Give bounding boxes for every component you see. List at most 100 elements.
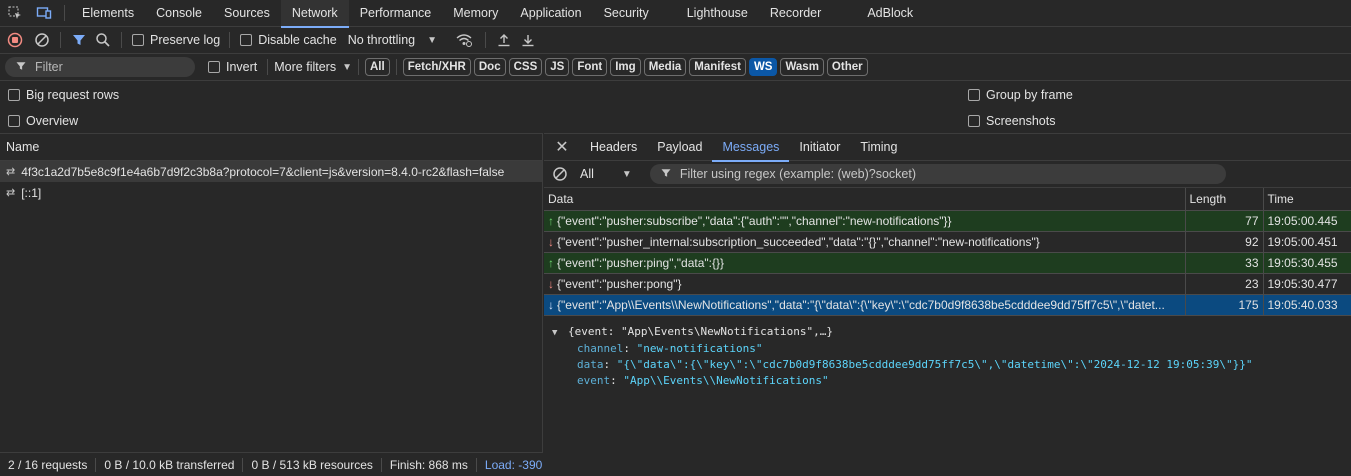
- tab-lighthouse[interactable]: Lighthouse: [676, 0, 759, 27]
- clear-icon[interactable]: [30, 32, 54, 48]
- group-by-frame-checkbox[interactable]: Group by frame: [968, 88, 1073, 102]
- tab-security[interactable]: Security: [593, 0, 660, 27]
- tab-memory[interactable]: Memory: [442, 0, 509, 27]
- detail-tabs: ✕ Headers Payload Messages Initiator Timing: [544, 133, 1351, 162]
- message-data: {"event":"pusher:ping","data":{}}: [557, 255, 725, 270]
- tab-sources[interactable]: Sources: [213, 0, 281, 27]
- checkbox-box[interactable]: [240, 34, 253, 46]
- checkbox-box[interactable]: [208, 61, 220, 73]
- chevron-down-icon: ▼: [427, 34, 438, 46]
- load-time: Load: -390: [484, 457, 543, 472]
- overview-checkbox[interactable]: Overview: [8, 114, 78, 128]
- filter-icon[interactable]: [67, 32, 91, 48]
- detail-tab-timing[interactable]: Timing: [850, 134, 907, 161]
- device-toolbar-icon[interactable]: [30, 0, 58, 27]
- import-har-icon[interactable]: [492, 33, 516, 47]
- chevron-down-icon: ▼: [342, 61, 352, 73]
- preserve-log-label: Preserve log: [150, 33, 221, 47]
- tab-application[interactable]: Application: [509, 0, 592, 27]
- separator: [358, 59, 359, 75]
- big-request-rows-checkbox[interactable]: Big request rows: [8, 88, 119, 102]
- preview-key: channel: [577, 341, 624, 355]
- time-column-header[interactable]: Time: [1263, 188, 1351, 211]
- inspect-element-icon[interactable]: [0, 0, 30, 27]
- throttling-value: No throttling: [347, 33, 416, 47]
- checkbox-box[interactable]: [8, 115, 20, 127]
- disable-cache-checkbox[interactable]: Disable cache: [240, 33, 337, 47]
- caret-down-icon[interactable]: ▼: [552, 328, 557, 338]
- message-data-cell: ↓ {"event":"pusher:pong"}: [544, 273, 1186, 295]
- invert-checkbox[interactable]: Invert: [208, 60, 257, 74]
- detail-tab-payload[interactable]: Payload: [647, 134, 712, 161]
- message-row[interactable]: ↑ {"event":"pusher:ping","data":{}} 33 19:0…: [544, 252, 1351, 274]
- checkbox-box[interactable]: [132, 34, 144, 46]
- detail-tab-headers[interactable]: Headers: [580, 134, 647, 161]
- type-filter-media[interactable]: Media: [643, 58, 687, 76]
- more-filters-dropdown[interactable]: More filters ▼: [274, 60, 352, 74]
- checkbox-box[interactable]: [968, 89, 980, 101]
- request-row[interactable]: ⇄ [::1]: [0, 182, 542, 203]
- network-conditions-icon[interactable]: [449, 32, 479, 48]
- filter-input[interactable]: Filter: [5, 57, 195, 77]
- export-har-icon[interactable]: [516, 33, 540, 47]
- group-by-frame-label: Group by frame: [986, 88, 1073, 102]
- tab-recorder[interactable]: Recorder: [759, 0, 832, 27]
- message-row[interactable]: ↓ {"event":"pusher_internal:subscription_…: [544, 231, 1351, 253]
- direction-value: All: [580, 167, 594, 181]
- close-icon[interactable]: ✕: [544, 137, 580, 157]
- type-filter-fetch-xhr[interactable]: Fetch/XHR: [402, 58, 471, 76]
- preview-field-data: data: "{\"data\":{\"key\":\"cdc7b0d9f863…: [577, 357, 1253, 371]
- preview-summary-row[interactable]: ▼ {event: "App\Events\NewNotifications",…: [552, 324, 1351, 341]
- message-data: {"event":"App\\Events\\NewNotifications"…: [557, 297, 1165, 312]
- preview-field-channel: channel: "new-notifications": [577, 341, 763, 355]
- request-row[interactable]: ⇄ 4f3c1a2d7b5e8c9f1e4a6b7d9f2c3b8a?proto…: [0, 161, 542, 182]
- length-column-header[interactable]: Length: [1185, 188, 1264, 211]
- regex-filter-input[interactable]: Filter using regex (example: (web)?socke…: [649, 164, 1226, 184]
- type-filter-manifest[interactable]: Manifest: [689, 58, 746, 76]
- screenshots-checkbox[interactable]: Screenshots: [968, 114, 1055, 128]
- checkbox-box[interactable]: [968, 115, 980, 127]
- message-data: {"event":"pusher:pong"}: [557, 276, 682, 291]
- tab-adblock[interactable]: AdBlock: [856, 0, 924, 27]
- panel-tabs: Elements Console Sources Network Performance…: [71, 0, 924, 28]
- data-column-header[interactable]: Data: [544, 188, 1186, 211]
- detail-tab-messages[interactable]: Messages: [712, 134, 790, 162]
- type-filter-js[interactable]: JS: [545, 58, 570, 76]
- message-row[interactable]: ↑ {"event":"pusher:subscribe","data":{"au…: [544, 210, 1351, 232]
- record-stop-icon[interactable]: [0, 32, 30, 48]
- type-filter-other[interactable]: Other: [826, 58, 868, 76]
- search-icon[interactable]: [91, 32, 115, 48]
- disable-cache-label: Disable cache: [258, 33, 337, 47]
- type-filter-font[interactable]: Font: [572, 58, 608, 76]
- separator: [267, 59, 269, 75]
- throttling-select[interactable]: No throttling ▼: [348, 33, 437, 47]
- message-row[interactable]: ↓ {"event":"App\\Events\\NewNotifications…: [544, 294, 1351, 316]
- type-filter-ws[interactable]: WS: [748, 58, 778, 76]
- resource-type-filters: All Fetch/XHR Doc CSS JS Font Img Media Manifest…: [365, 58, 871, 76]
- tab-network[interactable]: Network: [280, 0, 349, 28]
- tab-performance[interactable]: Performance: [349, 0, 443, 27]
- separator: [395, 59, 397, 75]
- type-filter-img[interactable]: Img: [610, 58, 641, 76]
- clear-messages-icon[interactable]: [552, 166, 568, 182]
- message-row[interactable]: ↓ {"event":"pusher:pong"} 23 19:05:30.477: [544, 273, 1351, 295]
- checkbox-box[interactable]: [8, 89, 20, 101]
- preserve-log-checkbox[interactable]: Preserve log: [132, 33, 220, 47]
- separator: [229, 32, 231, 48]
- name-column-header[interactable]: Name: [0, 133, 542, 161]
- tab-elements[interactable]: Elements: [71, 0, 145, 27]
- type-filter-css[interactable]: CSS: [508, 58, 543, 76]
- preview-summary: {event: "App\Events\NewNotifications",…}: [568, 324, 833, 338]
- sent-arrow-icon: ↑: [548, 213, 554, 228]
- message-length: 23: [1185, 273, 1264, 295]
- type-filter-wasm[interactable]: Wasm: [780, 58, 824, 76]
- requests-panel: Name ⇄ 4f3c1a2d7b5e8c9f1e4a6b7d9f2c3b8a?…: [0, 133, 543, 453]
- finish-time: Finish: 868 ms: [382, 457, 477, 472]
- preview-field-event: event: "App\\Events\\NewNotifications": [577, 373, 829, 387]
- tab-console[interactable]: Console: [145, 0, 213, 27]
- type-filter-all[interactable]: All: [365, 58, 390, 76]
- direction-select[interactable]: All ▼: [580, 167, 632, 181]
- message-data: {"event":"pusher_internal:subscription_s…: [557, 234, 1040, 249]
- type-filter-doc[interactable]: Doc: [473, 58, 506, 76]
- detail-tab-initiator[interactable]: Initiator: [789, 134, 850, 161]
